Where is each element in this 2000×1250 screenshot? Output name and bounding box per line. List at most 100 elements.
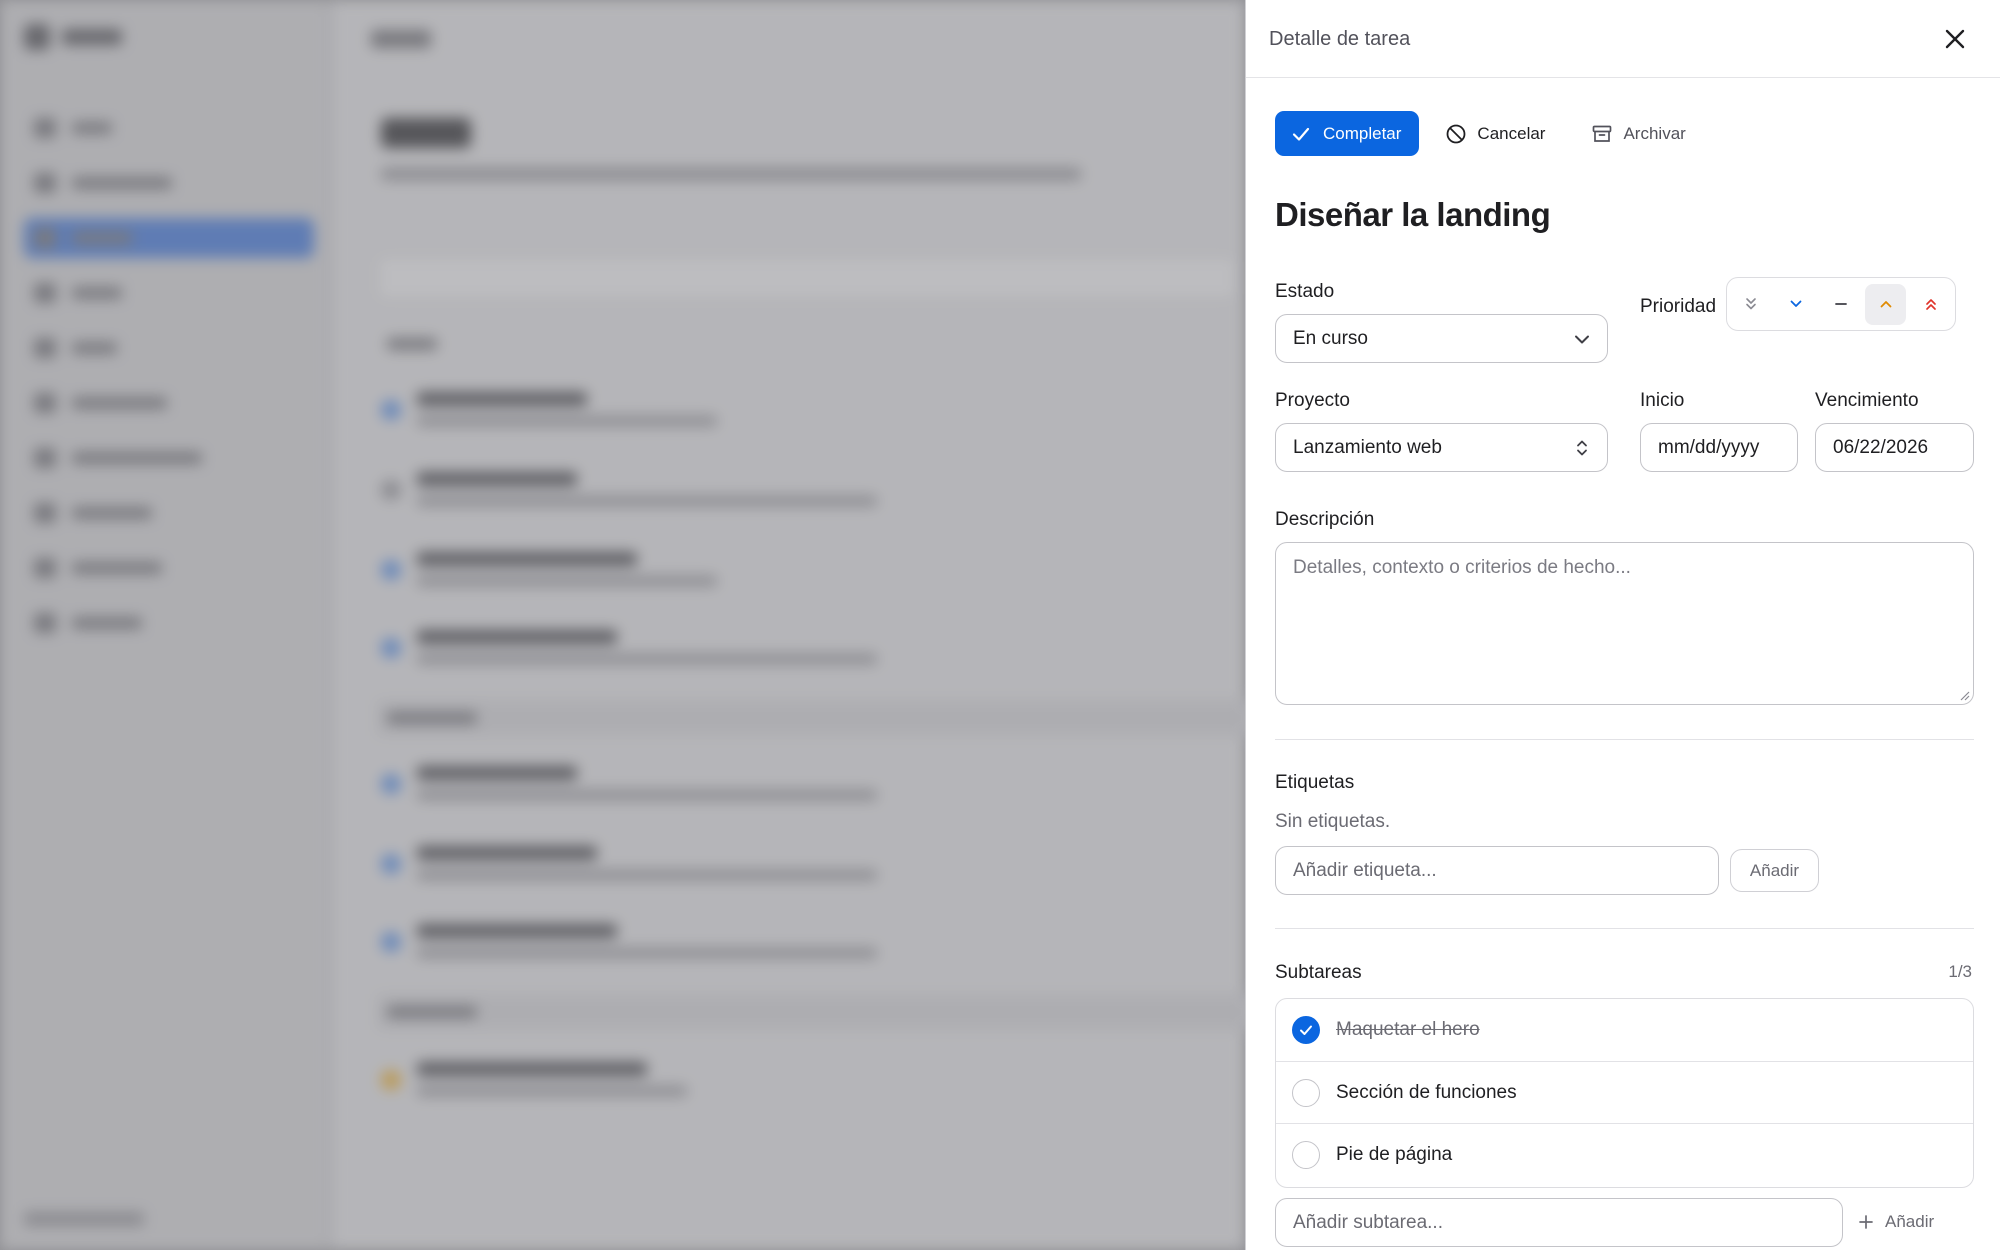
subtasks-count: 1/3 (1948, 962, 1972, 981)
priority-high-button[interactable] (1865, 283, 1907, 325)
subtask-input[interactable]: Añadir subtarea... (1275, 1198, 1843, 1247)
priority-low-button[interactable] (1776, 284, 1817, 325)
background-nav-item (24, 273, 314, 313)
project-label: Proyecto (1275, 390, 1350, 411)
background-nav (24, 108, 314, 658)
subtasks-label: Subtareas (1275, 962, 1362, 983)
background-group-header (377, 700, 1257, 736)
background-nav-item (24, 383, 314, 423)
double-chevron-up-icon (1925, 299, 1936, 310)
tags-empty-text: Sin etiquetas. (1275, 811, 1391, 832)
complete-button[interactable]: Completar (1275, 111, 1420, 156)
drawer-header: Detalle de tarea (1246, 0, 2000, 78)
drawer-title: Detalle de tarea (1269, 28, 1411, 50)
start-date-value: mm/dd/yyyy (1658, 436, 1760, 458)
tag-input[interactable]: Añadir etiqueta... (1275, 846, 1719, 895)
due-date-input[interactable]: 06/22/2026 (1815, 423, 1974, 472)
minus-icon (1835, 303, 1847, 305)
subtask-checkbox[interactable] (1292, 1016, 1320, 1044)
background-nav-item-active (24, 218, 314, 258)
start-date-label: Inicio (1640, 390, 1685, 411)
status-select-value: En curso (1293, 327, 1368, 349)
add-tag-button-label: Añadir (1749, 860, 1800, 880)
background-page-subtitle (381, 168, 1081, 180)
background-row (381, 1052, 1241, 1112)
check-icon (1292, 127, 1310, 141)
background-sidebar-footer (24, 1212, 144, 1226)
task-title[interactable]: Diseñar la landing (1275, 196, 1551, 234)
add-tag-button[interactable]: Añadir (1730, 849, 1819, 892)
archive-button[interactable]: Archivar (1579, 111, 1697, 156)
chevron-up-icon (1880, 301, 1892, 308)
subtask-label[interactable]: Sección de funciones (1336, 1082, 1517, 1104)
complete-button-label: Completar (1323, 123, 1402, 143)
add-subtask-button-label: Añadir (1885, 1212, 1935, 1231)
subtasks-list: Maquetar el hero Sección de funciones Pi… (1275, 998, 1974, 1188)
project-select[interactable]: Lanzamiento web (1275, 423, 1608, 472)
background-row (381, 542, 1241, 602)
subtask-input-placeholder: Añadir subtarea... (1293, 1211, 1443, 1233)
subtask-item: Maquetar el hero (1276, 999, 1973, 1062)
cancel-button-label: Cancelar (1477, 123, 1546, 143)
priority-label: Prioridad (1640, 296, 1717, 317)
close-button[interactable] (1938, 22, 1972, 56)
background-nav-item (24, 163, 314, 203)
tags-label: Etiquetas (1275, 772, 1355, 793)
background-row (381, 462, 1241, 522)
subtask-item: Sección de funciones (1276, 1062, 1973, 1124)
background-nav-item (24, 603, 314, 643)
start-date-input[interactable]: mm/dd/yyyy (1640, 423, 1798, 472)
ban-icon (1447, 124, 1466, 143)
double-chevron-down-icon (1746, 298, 1757, 310)
background-row (381, 914, 1241, 974)
background-page-title (381, 118, 471, 148)
close-icon (1945, 29, 1965, 49)
archive-icon (1593, 125, 1612, 142)
chevron-down-icon (1790, 300, 1802, 307)
archive-button-label: Archivar (1623, 123, 1686, 143)
background-main (331, 0, 1257, 1250)
background-row (381, 756, 1241, 816)
description-textarea[interactable]: Detalles, contexto o criterios de hecho.… (1275, 542, 1974, 705)
subtask-label[interactable]: Maquetar el hero (1336, 1019, 1480, 1041)
background-row (381, 620, 1241, 680)
cancel-button[interactable]: Cancelar (1433, 111, 1557, 156)
background-logo (24, 24, 134, 54)
subtask-checkbox[interactable] (1292, 1141, 1320, 1169)
chevron-updown-icon (1577, 440, 1587, 456)
status-select[interactable]: En curso (1275, 314, 1608, 363)
subtask-checkbox[interactable] (1292, 1078, 1320, 1107)
description-placeholder: Detalles, contexto o criterios de hecho.… (1293, 557, 1631, 578)
background-breadcrumb (371, 30, 431, 48)
priority-selector (1726, 277, 1956, 331)
divider (1275, 739, 1974, 740)
background-nav-item (24, 328, 314, 368)
priority-medium-button[interactable] (1821, 284, 1862, 325)
background-search (377, 256, 1237, 300)
task-actions: Completar Cancelar Archivar (1275, 111, 1698, 156)
background-group-header (377, 326, 1257, 362)
background-row (381, 382, 1241, 442)
background-sidebar (0, 0, 330, 1250)
status-label: Estado (1275, 281, 1335, 302)
add-subtask-button[interactable]: Añadir (1857, 1202, 1934, 1242)
tag-input-placeholder: Añadir etiqueta... (1293, 859, 1437, 881)
background-app-blurred (0, 0, 1257, 1250)
resize-grip-icon[interactable] (1958, 689, 1970, 701)
background-nav-item (24, 493, 314, 533)
background-row (381, 836, 1241, 896)
subtask-label[interactable]: Pie de página (1336, 1144, 1452, 1166)
divider (1275, 928, 1974, 929)
plus-icon (1859, 1215, 1873, 1229)
background-nav-item (24, 438, 314, 478)
due-date-value: 06/22/2026 (1833, 436, 1929, 458)
chevron-down-icon (1575, 335, 1589, 344)
due-date-label: Vencimiento (1815, 390, 1919, 411)
priority-lowest-button[interactable] (1731, 284, 1772, 325)
project-select-value: Lanzamiento web (1293, 436, 1442, 458)
priority-highest-button[interactable] (1910, 284, 1951, 325)
check-icon (1300, 1025, 1312, 1035)
subtask-item: Pie de página (1276, 1124, 1973, 1187)
description-label: Descripción (1275, 509, 1375, 530)
background-nav-item (24, 548, 314, 588)
